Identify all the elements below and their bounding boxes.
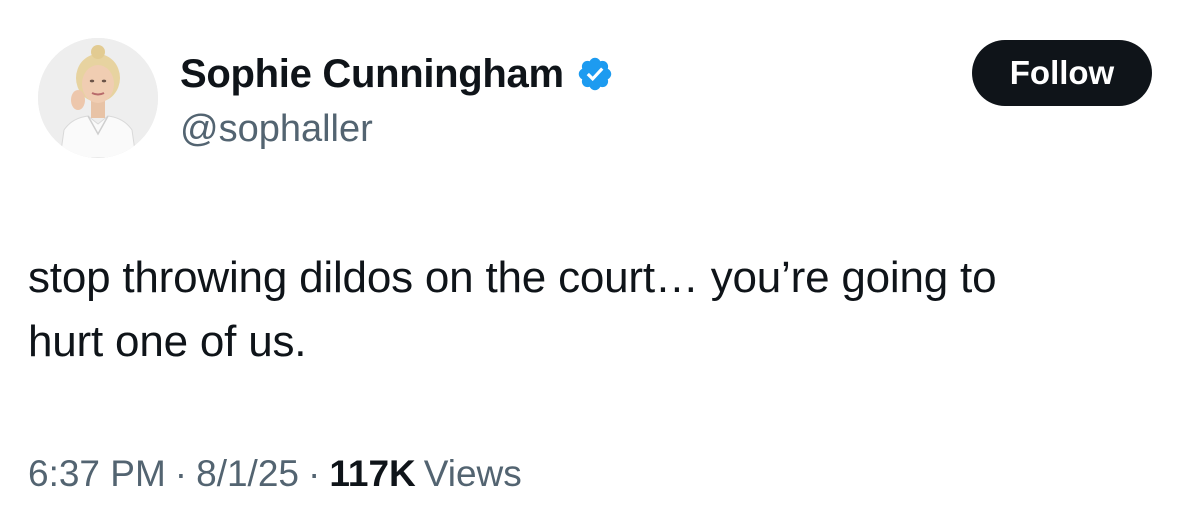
tweet-text: stop throwing dildos on the court… you’r… (28, 253, 997, 366)
display-name[interactable]: Sophie Cunningham (180, 52, 564, 97)
user-handle[interactable]: @sophaller (180, 108, 373, 151)
avatar[interactable] (38, 38, 158, 158)
avatar-image (38, 38, 158, 158)
views-label: Views (423, 453, 522, 494)
views-count: 117K (329, 453, 416, 494)
meta-separator: · (308, 453, 321, 494)
name-row: Sophie Cunningham (180, 50, 614, 98)
timestamp-time[interactable]: 6:37 PM (28, 453, 166, 495)
meta-separator: · (174, 453, 188, 494)
tweet-card: Sophie Cunningham @sophaller Follow stop… (0, 0, 1200, 518)
follow-button[interactable]: Follow (972, 40, 1152, 106)
verified-badge-icon (576, 55, 614, 93)
timestamp-date[interactable]: 8/1/25 (196, 453, 299, 495)
tweet-metadata: 6:37 PM · 8/1/25 · 117K Views (28, 444, 522, 504)
